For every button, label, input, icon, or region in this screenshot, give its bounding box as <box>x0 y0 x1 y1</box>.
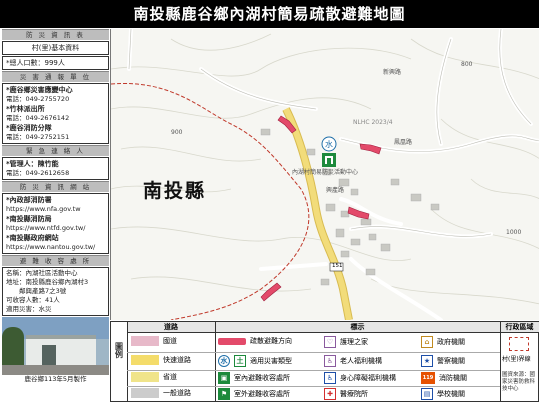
school-icon: ▤ <box>421 388 433 400</box>
section-head-websites: 防 災 資 訊 網 站 <box>2 181 109 192</box>
unit-name: *鹿谷消防分隊 <box>6 124 52 132</box>
unit-phone: 電話：049-2752151 <box>6 133 70 141</box>
legend-mark-label: 政府機關 <box>437 338 465 346</box>
legend-road-label: 省道 <box>163 373 177 381</box>
contact-phone: 電話：049-2612658 <box>6 169 70 177</box>
road-swatch-provincial <box>131 372 159 382</box>
section-head-disaster-units: 災 害 通 報 單 位 <box>2 71 109 82</box>
unit-phone: 電話：049-2755720 <box>6 95 70 103</box>
legend: 道路 標示 行政區域 圖例 國道 快速道路 省道 一般道路 疏散避難方向 水 土… <box>110 321 539 402</box>
road-label: 興產路 <box>326 187 345 194</box>
unit-name: *鹿谷鄉災害應變中心 <box>6 86 73 94</box>
legend-mark-label: 身心障礙福利機構 <box>340 374 396 382</box>
village-boundary-icon <box>509 337 529 351</box>
source-note: 圖資來源：國家災害防救科技中心 <box>502 372 536 392</box>
website-url[interactable]: https://www.nantou.gov.tw/ <box>6 243 105 252</box>
road-swatch-general <box>131 388 159 398</box>
legend-mark-label: 護理之家 <box>340 338 368 346</box>
shelter-box: 名稱：內湖社區活動中心 地址：南投縣鹿谷鄉內湖村3 鄰興產路7之3號 可收容人數… <box>2 267 109 316</box>
evacuation-arrow-icon <box>218 337 246 345</box>
hazard-type-icon-2: 土 <box>234 355 246 367</box>
shelter-label: 內湖村簡易防災活動中心 <box>292 169 359 176</box>
info-panel: 防 災 資 訊 表 村(里)基本資料 *總人口數：999人 災 害 通 報 單 … <box>2 29 109 402</box>
map-title: 南投縣鹿谷鄉內湖村簡易疏散避難地圖 <box>0 0 539 28</box>
basic-info-head-box: 村(里)基本資料 <box>2 41 109 55</box>
outdoor-shelter-icon: ⚑ <box>218 388 230 400</box>
shelter-hazard: 適用災害：水災 <box>6 305 52 313</box>
legend-mark-label: 老人福利機構 <box>340 357 382 365</box>
elderly-welfare-icon: ♿ <box>324 355 336 367</box>
police-icon: ★ <box>421 355 433 367</box>
shelter-address: 地址：南投縣鹿谷鄉內湖村3 <box>6 278 89 286</box>
section-head-shelter: 避 難 收 容 處 所 <box>2 255 109 266</box>
fire-station-icon: 119 <box>421 372 435 384</box>
legend-road-label: 一般道路 <box>163 389 191 397</box>
county-label: 南投縣 <box>143 180 207 202</box>
disability-welfare-icon: ♿ <box>324 372 336 384</box>
website-url[interactable]: https://www.nfa.gov.tw <box>6 205 105 214</box>
section-head-info: 防 災 資 訊 表 <box>2 29 109 40</box>
legend-mark-label: 室內避難收容處所 <box>234 374 290 382</box>
shelter-capacity: 可收容人數：41人 <box>6 296 60 304</box>
route-number: 151 <box>332 263 343 269</box>
road-swatch-national <box>131 336 159 346</box>
road-label: 新興路 <box>383 69 402 76</box>
svg-text:水: 水 <box>325 139 333 149</box>
legend-mark-label: 適用災害類型 <box>250 357 292 365</box>
shelter-name: 名稱：內湖社區活動中心 <box>6 269 78 277</box>
disaster-units-box: *鹿谷鄉災害應變中心 電話：049-2755720 *竹林派出所 電話：049-… <box>2 83 109 144</box>
hospital-icon: ✚ <box>324 388 336 400</box>
legend-head-roads: 道路 <box>127 322 215 333</box>
government-icon: ⌂ <box>421 336 433 348</box>
legend-mark-label: 警察機關 <box>437 357 465 365</box>
unit-phone: 電話：049-2676142 <box>6 114 70 122</box>
contact-box: *管理人：陳竹能 電話：049-2612658 <box>2 157 109 180</box>
nursing-home-icon: ♡ <box>324 336 336 348</box>
website-url[interactable]: https://www.ntfd.gov.tw/ <box>6 224 105 233</box>
basic-info-head: 村(里)基本資料 <box>31 44 80 52</box>
unit-name: *竹林派出所 <box>6 105 45 113</box>
photo-caption: 鹿谷鄉113年5月製作 <box>24 375 87 383</box>
shelter-marker: 水 <box>321 136 337 167</box>
contour-label: 800 <box>461 61 473 68</box>
contact-name: *管理人：陳竹能 <box>6 160 59 168</box>
legend-mark-label: 消防機關 <box>439 374 467 382</box>
legend-road-label: 快速道路 <box>163 356 191 364</box>
website-name: *內政部消防署 <box>6 196 52 204</box>
legend-head-admin: 行政區域 <box>500 322 539 333</box>
websites-box: *內政部消防署 https://www.nfa.gov.tw *南投縣消防局 h… <box>2 193 109 254</box>
shelter-address-cont: 鄰興產路7之3號 <box>6 287 67 295</box>
legend-mark-label: 疏散避難方向 <box>250 337 292 345</box>
hazard-type-icon: 水 <box>218 355 230 367</box>
website-name: *南投縣消防局 <box>6 215 52 223</box>
population-text: *總人口數：999人 <box>6 59 65 67</box>
legend-road-label: 國道 <box>163 337 177 345</box>
section-head-contact: 緊 急 連 絡 人 <box>2 145 109 156</box>
map-canvas[interactable]: 水 南投縣 內湖村簡易防災活動中心 151 興產路 新興路 鳳凰路 800 10… <box>110 29 539 320</box>
legend-mark-label: 室外避難收容處所 <box>234 390 290 398</box>
indoor-shelter-icon: ▣ <box>218 372 230 384</box>
website-name: *南投縣政府網站 <box>6 234 59 242</box>
contour-label: 900 <box>171 129 183 136</box>
legend-mark-label: 學校機關 <box>437 390 465 398</box>
legend-head-marks: 標示 <box>215 322 500 333</box>
admin-label: 村(里)界線 <box>502 356 531 363</box>
road-label: 鳳凰路 <box>394 139 413 146</box>
contour-label: 1000 <box>506 229 522 236</box>
legend-side-label: 圖例 <box>114 342 124 358</box>
population-box: *總人口數：999人 <box>2 56 109 70</box>
road-swatch-expressway <box>131 355 159 365</box>
point-label: NLHC 2023/4 <box>353 119 393 126</box>
legend-mark-label: 醫療院所 <box>340 390 368 398</box>
shelter-photo <box>2 317 109 375</box>
